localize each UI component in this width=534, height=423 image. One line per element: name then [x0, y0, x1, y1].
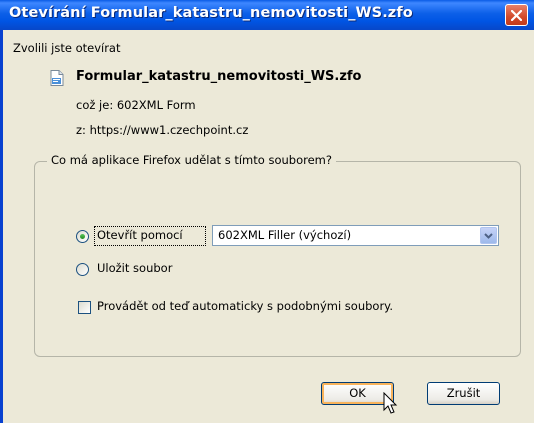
open-with-app-value: 602XML Filler (výchozí) — [218, 228, 352, 242]
radio-selected-dot — [80, 234, 85, 239]
auto-label[interactable]: Provádět od teď automaticky s podobnými … — [97, 299, 393, 313]
action-group — [34, 161, 521, 357]
dropdown-button[interactable] — [480, 227, 497, 244]
intro-text: Zvolili jste otevírat — [13, 41, 121, 55]
open-with-app-select[interactable]: 602XML Filler (výchozí) — [212, 225, 499, 246]
close-button[interactable] — [505, 4, 528, 26]
open-with-radio[interactable] — [76, 230, 89, 243]
action-group-label: Co má aplikace Firefox udělat s tímto so… — [47, 153, 336, 167]
file-name: Formular_katastru_nemovitosti_WS.zfo — [76, 69, 362, 84]
open-with-label[interactable]: Otevřít pomocí — [97, 228, 183, 242]
close-icon — [511, 10, 522, 21]
chevron-down-icon — [484, 233, 493, 239]
window-title: Otevírání Formular_katastru_nemovitosti_… — [9, 5, 413, 21]
title-bar[interactable]: Otevírání Formular_katastru_nemovitosti_… — [0, 0, 534, 30]
auto-checkbox[interactable] — [78, 301, 91, 314]
document-icon — [50, 70, 64, 86]
mouse-pointer-icon — [383, 392, 398, 414]
file-type: což je: 602XML Form — [76, 98, 196, 112]
file-source: z: https://www1.czechpoint.cz — [76, 123, 249, 137]
save-file-radio[interactable] — [76, 263, 89, 276]
save-file-label[interactable]: Uložit soubor — [97, 261, 172, 275]
cancel-button[interactable]: Zrušit — [427, 382, 500, 405]
